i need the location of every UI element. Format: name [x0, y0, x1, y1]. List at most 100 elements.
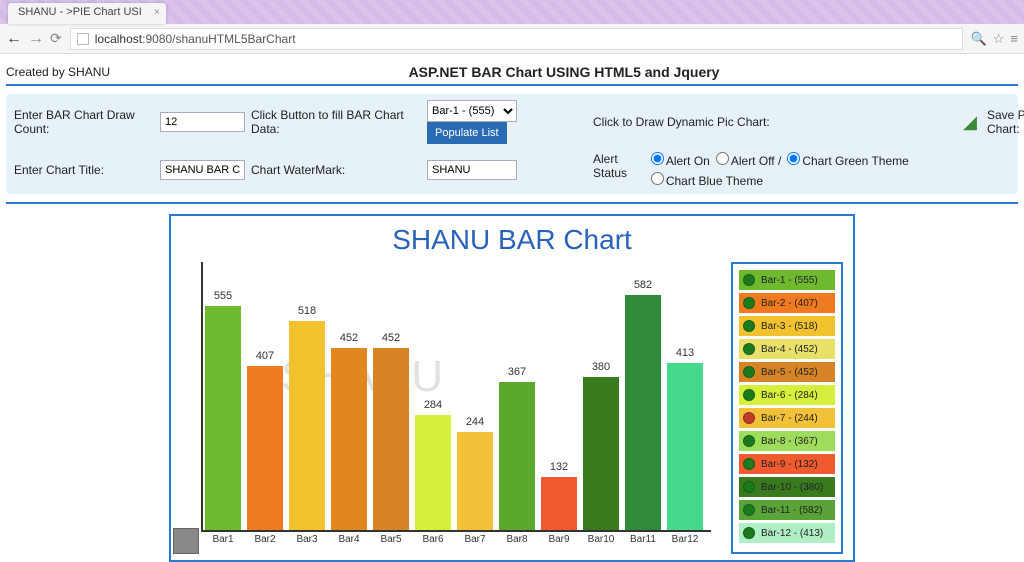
x-tick-label: Bar11: [625, 534, 661, 545]
chart-container: SHANU BAR Chart SHANU 555407518452452284…: [169, 214, 855, 562]
legend-dot-icon: [743, 412, 755, 424]
legend-dot-icon: [743, 343, 755, 355]
legend-item[interactable]: Bar-12 - (413): [739, 523, 835, 543]
legend-item[interactable]: Bar-3 - (518): [739, 316, 835, 336]
divider: [6, 84, 1018, 86]
forward-icon[interactable]: →: [28, 30, 44, 48]
bar-value-label: 284: [415, 399, 451, 411]
legend-label: Bar-8 - (367): [761, 436, 818, 447]
legend-label: Bar-9 - (132): [761, 459, 818, 470]
x-tick-label: Bar7: [457, 534, 493, 545]
avatar: [173, 528, 199, 554]
bar[interactable]: 244: [457, 432, 493, 530]
browser-toolbar: ← → ⟳ localhost:9080/shanuHTML5BarChart …: [0, 24, 1024, 54]
reload-icon[interactable]: ⟳: [50, 30, 62, 48]
chart-title-label: Enter Chart Title:: [14, 163, 154, 177]
legend-label: Bar-4 - (452): [761, 344, 818, 355]
back-icon[interactable]: ←: [6, 30, 22, 48]
x-tick-label: Bar2: [247, 534, 283, 545]
bar[interactable]: 518: [289, 321, 325, 530]
alert-off-option[interactable]: Alert Off /: [716, 152, 781, 168]
legend-dot-icon: [743, 274, 755, 286]
bar[interactable]: 452: [373, 348, 409, 530]
legend-label: Bar-10 - (380): [761, 482, 823, 493]
blue-theme-option[interactable]: Chart Blue Theme: [651, 172, 763, 188]
draw-count-label: Enter BAR Chart Draw Count:: [14, 108, 154, 136]
legend-item[interactable]: Bar-4 - (452): [739, 339, 835, 359]
legend-dot-icon: [743, 504, 755, 516]
draw-count-input[interactable]: [160, 112, 245, 132]
x-tick-label: Bar8: [499, 534, 535, 545]
alert-on-option[interactable]: Alert On: [651, 152, 710, 168]
menu-icon[interactable]: ≡: [1010, 31, 1018, 47]
chart-icon[interactable]: ◢: [959, 111, 981, 133]
bar[interactable]: 582: [625, 295, 661, 530]
bar-value-label: 582: [625, 279, 661, 291]
legend-label: Bar-3 - (518): [761, 321, 818, 332]
legend-item[interactable]: Bar-1 - (555): [739, 270, 835, 290]
bar-value-label: 452: [331, 332, 367, 344]
chart-title: SHANU BAR Chart: [181, 224, 843, 256]
legend-label: Bar-7 - (244): [761, 413, 818, 424]
x-axis: [201, 530, 711, 532]
chart-legend: Bar-1 - (555) Bar-2 - (407) Bar-3 - (518) B…: [731, 262, 843, 554]
legend-label: Bar-5 - (452): [761, 367, 818, 378]
bar[interactable]: 555: [205, 306, 241, 530]
legend-item[interactable]: Bar-6 - (284): [739, 385, 835, 405]
legend-dot-icon: [743, 320, 755, 332]
green-theme-option[interactable]: Chart Green Theme: [787, 152, 909, 168]
legend-item[interactable]: Bar-11 - (582): [739, 500, 835, 520]
bar-value-label: 367: [499, 366, 535, 378]
populate-button[interactable]: Populate List: [427, 122, 507, 144]
fill-data-label: Click Button to fill BAR Chart Data:: [251, 108, 421, 136]
page-icon: [77, 33, 89, 45]
legend-item[interactable]: Bar-5 - (452): [739, 362, 835, 382]
legend-dot-icon: [743, 481, 755, 493]
watermark-input[interactable]: [427, 160, 517, 180]
bar[interactable]: 380: [583, 377, 619, 530]
bookmark-icon[interactable]: ☆: [993, 31, 1005, 47]
browser-tabstrip: SHANU - >PIE Chart USI ×: [0, 0, 1024, 24]
page-title: ASP.NET BAR Chart USING HTML5 and Jquery: [110, 64, 1018, 80]
legend-label: Bar-12 - (413): [761, 528, 823, 539]
bar[interactable]: 452: [331, 348, 367, 530]
x-tick-label: Bar6: [415, 534, 451, 545]
bar-value-label: 413: [667, 347, 703, 359]
legend-item[interactable]: Bar-2 - (407): [739, 293, 835, 313]
close-icon[interactable]: ×: [154, 7, 160, 18]
legend-item[interactable]: Bar-8 - (367): [739, 431, 835, 451]
zoom-icon[interactable]: 🔍: [971, 31, 987, 47]
bar-value-label: 518: [289, 305, 325, 317]
legend-item[interactable]: Bar-7 - (244): [739, 408, 835, 428]
x-tick-label: Bar1: [205, 534, 241, 545]
x-tick-label: Bar12: [667, 534, 703, 545]
bar-value-label: 452: [373, 332, 409, 344]
url-port: :9080: [142, 32, 172, 46]
y-axis: [201, 262, 203, 532]
x-tick-label: Bar5: [373, 534, 409, 545]
legend-item[interactable]: Bar-10 - (380): [739, 477, 835, 497]
browser-tab[interactable]: SHANU - >PIE Chart USI ×: [8, 3, 166, 24]
bar[interactable]: 284: [415, 415, 451, 530]
alert-status-label: Alert Status: [593, 152, 643, 180]
bar[interactable]: 413: [667, 363, 703, 530]
legend-item[interactable]: Bar-9 - (132): [739, 454, 835, 474]
bar-select[interactable]: Bar-1 - (555): [427, 100, 517, 122]
bar[interactable]: 367: [499, 382, 535, 530]
legend-dot-icon: [743, 527, 755, 539]
bar-value-label: 407: [247, 350, 283, 362]
address-bar[interactable]: localhost:9080/shanuHTML5BarChart: [70, 28, 963, 50]
bar[interactable]: 407: [247, 366, 283, 530]
bar-value-label: 244: [457, 416, 493, 428]
created-by-label: Created by SHANU: [6, 65, 110, 79]
chart-plot: SHANU 5554075184524522842443671323805824…: [181, 262, 711, 552]
bar[interactable]: 132: [541, 477, 577, 530]
chart-title-input[interactable]: [160, 160, 245, 180]
bar-value-label: 380: [583, 361, 619, 373]
x-tick-label: Bar3: [289, 534, 325, 545]
legend-dot-icon: [743, 297, 755, 309]
legend-dot-icon: [743, 458, 755, 470]
legend-dot-icon: [743, 366, 755, 378]
legend-dot-icon: [743, 435, 755, 447]
bar-value-label: 132: [541, 461, 577, 473]
